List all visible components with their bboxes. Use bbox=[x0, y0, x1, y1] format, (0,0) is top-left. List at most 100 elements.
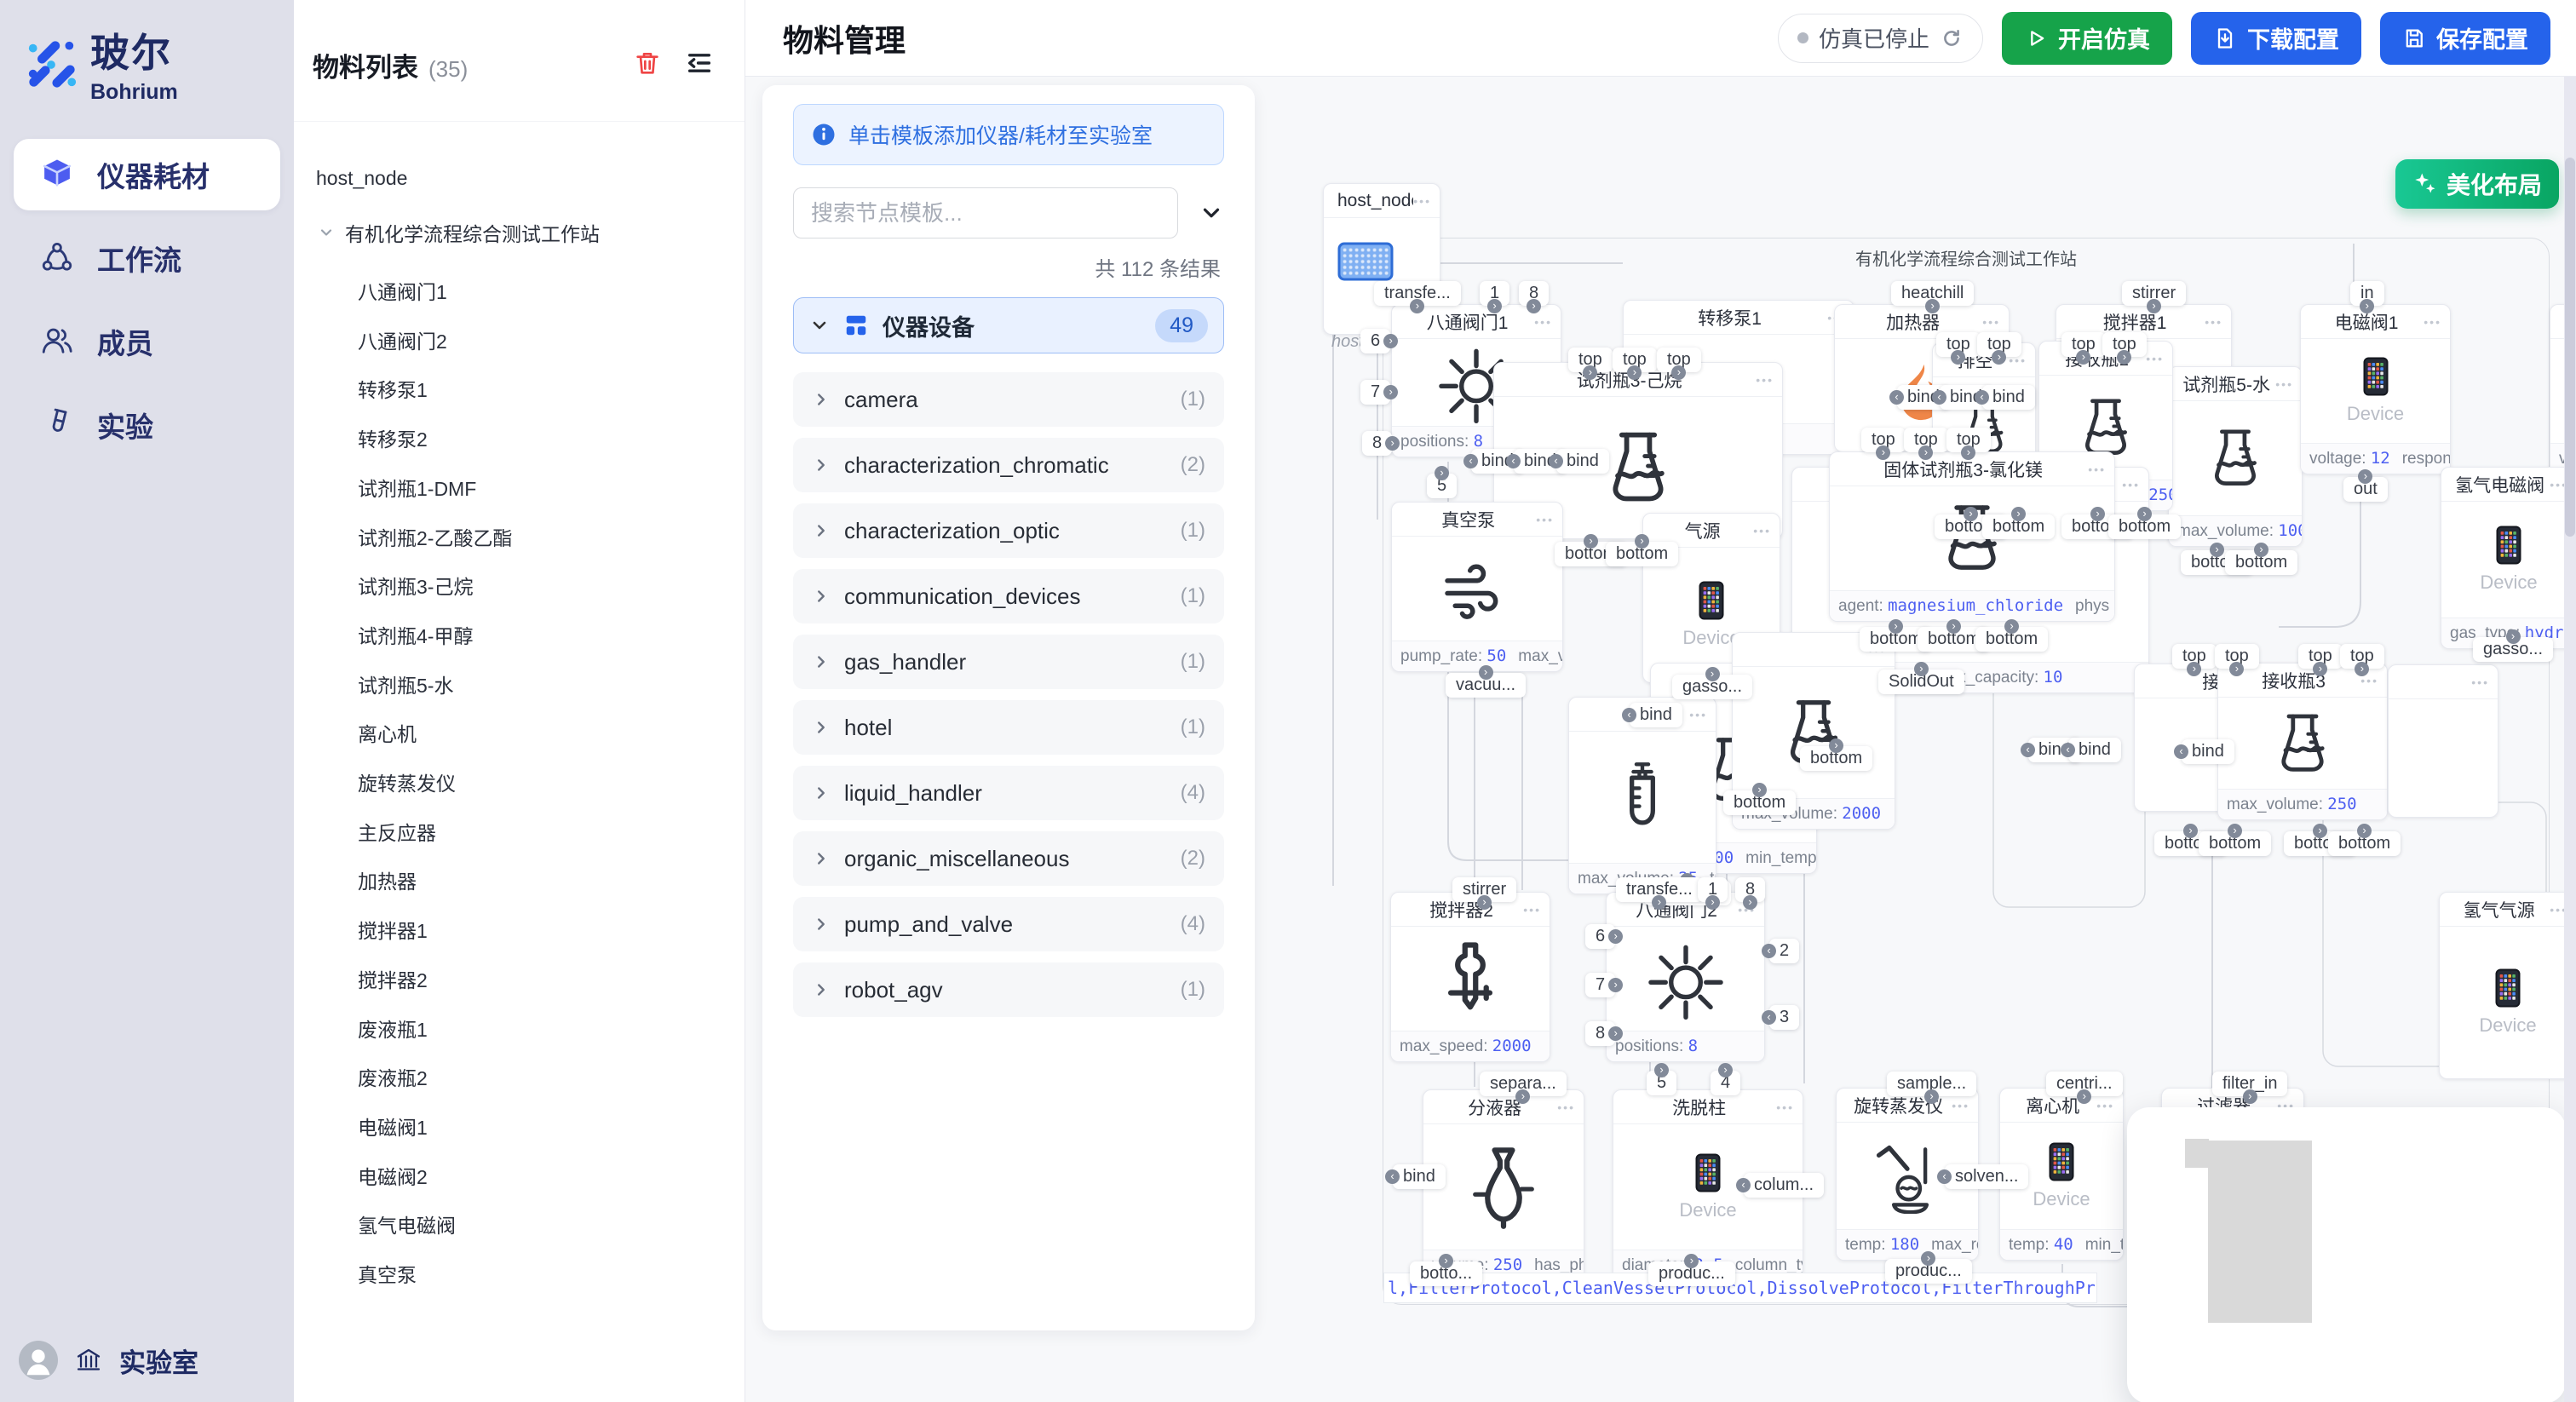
port-8[interactable]: 8› bbox=[1735, 877, 1765, 902]
category-characterization_chromatic[interactable]: characterization_chromatic(2) bbox=[793, 438, 1224, 492]
port-handle-icon[interactable]: › bbox=[1946, 619, 1961, 634]
node-card[interactable]: ••• bbox=[2388, 664, 2498, 818]
tree-item-主反应器[interactable]: 主反应器 bbox=[294, 812, 745, 851]
port-handle-icon[interactable]: ‹ bbox=[1937, 1169, 1952, 1184]
category-robot_agv[interactable]: robot_agv(1) bbox=[793, 962, 1224, 1017]
port-handle-icon[interactable]: ‹ bbox=[1622, 708, 1636, 722]
port-8[interactable]: 8› bbox=[1362, 431, 1392, 456]
category-communication_devices[interactable]: communication_devices(1) bbox=[793, 569, 1224, 623]
tree-item-加热器[interactable]: 加热器 bbox=[294, 860, 745, 899]
port-out[interactable]: out› bbox=[2343, 477, 2388, 502]
port-handle-icon[interactable]: ‹ bbox=[2061, 743, 2075, 757]
node-menu-icon[interactable]: ••• bbox=[1756, 373, 1774, 387]
port-handle-icon[interactable]: › bbox=[1584, 534, 1598, 549]
port-handle-icon[interactable]: › bbox=[2357, 824, 2372, 838]
port-in[interactable]: in› bbox=[2350, 281, 2384, 306]
port-top[interactable]: top› bbox=[1936, 332, 1981, 357]
port-top[interactable]: top› bbox=[1613, 348, 1657, 372]
node-分液器[interactable]: 分液器••• volume: 250has_phases: true bbox=[1423, 1089, 1584, 1281]
node-menu-icon[interactable]: ••• bbox=[2088, 463, 2106, 476]
port-bind[interactable]: bind‹ bbox=[1630, 703, 1682, 727]
port-handle-icon[interactable]: ‹ bbox=[1385, 1169, 1400, 1184]
port-top[interactable]: top› bbox=[2061, 332, 2106, 357]
node-搅拌器2[interactable]: 搅拌器2••• max_speed: 2000 bbox=[1390, 892, 1550, 1062]
tree-item-转移泵2[interactable]: 转移泵2 bbox=[294, 418, 745, 457]
port-bottom[interactable]: bottom› bbox=[2225, 550, 2297, 575]
node-menu-icon[interactable]: ••• bbox=[1952, 1099, 1969, 1112]
port-top[interactable]: top› bbox=[1657, 348, 1701, 372]
category-characterization_optic[interactable]: characterization_optic(1) bbox=[793, 503, 1224, 558]
port-handle-icon[interactable]: ‹ bbox=[1932, 390, 1946, 405]
tree-item-离心机[interactable]: 离心机 bbox=[294, 713, 745, 752]
node-menu-icon[interactable]: ••• bbox=[1523, 903, 1541, 916]
port-handle-icon[interactable]: › bbox=[2243, 1089, 2257, 1104]
tree-item-八通阀门1[interactable]: 八通阀门1 bbox=[294, 271, 745, 310]
port-separa...[interactable]: separa...› bbox=[1480, 1072, 1567, 1096]
sidebar-item-工作流[interactable]: 工作流 bbox=[14, 222, 280, 294]
port-produc...[interactable]: produc...› bbox=[1648, 1261, 1735, 1286]
tree-item-搅拌器1[interactable]: 搅拌器1 bbox=[294, 910, 745, 949]
port-handle-icon[interactable]: › bbox=[1914, 662, 1929, 676]
port-handle-icon[interactable]: › bbox=[2254, 543, 2268, 557]
category-pump_and_valve[interactable]: pump_and_valve(4) bbox=[793, 897, 1224, 951]
category-hotel[interactable]: hotel(1) bbox=[793, 700, 1224, 755]
port-handle-icon[interactable]: › bbox=[1743, 895, 1757, 910]
port-stirrer[interactable]: stirrer› bbox=[2122, 281, 2186, 306]
port-top[interactable]: top› bbox=[2172, 644, 2217, 669]
tree-item-有机化学流程综合测试工作站[interactable]: 有机化学流程综合测试工作站 bbox=[294, 213, 745, 252]
port-gasso...[interactable]: gasso...› bbox=[2473, 637, 2553, 662]
port-top[interactable]: top› bbox=[1904, 428, 1948, 452]
port-6[interactable]: 6› bbox=[1585, 924, 1615, 949]
node-氢气电磁阀[interactable]: 氢气电磁阀•••Devicegas_type: hydrogen bbox=[2441, 467, 2576, 649]
port-handle-icon[interactable]: › bbox=[1479, 665, 1493, 680]
node-试剂瓶5-水[interactable]: 试剂瓶5-水••• max_volume: 1000 bbox=[2168, 366, 2303, 547]
port-filter_in[interactable]: filter_in› bbox=[2212, 1072, 2287, 1096]
port-handle-icon[interactable]: › bbox=[1477, 895, 1492, 910]
port-handle-icon[interactable]: ‹ bbox=[2174, 744, 2188, 759]
node-menu-icon[interactable]: ••• bbox=[2424, 315, 2441, 329]
tree-item-host_node[interactable]: host_node bbox=[294, 158, 745, 198]
port-1[interactable]: 1› bbox=[1480, 281, 1509, 306]
tree-item-试剂瓶4-甲醇[interactable]: 试剂瓶4-甲醇 bbox=[294, 615, 745, 654]
port-handle-icon[interactable]: ‹ bbox=[1762, 1010, 1776, 1025]
port-handle-icon[interactable]: › bbox=[1705, 895, 1720, 910]
save-config-button[interactable]: 保存配置 bbox=[2380, 12, 2550, 65]
node-menu-icon[interactable]: ••• bbox=[2122, 478, 2140, 491]
tree-item-旋转蒸发仪[interactable]: 旋转蒸发仪 bbox=[294, 762, 745, 802]
port-handle-icon[interactable]: › bbox=[2137, 507, 2152, 521]
node-menu-icon[interactable]: ••• bbox=[1557, 1100, 1575, 1114]
port-colum...[interactable]: colum...‹ bbox=[1744, 1173, 1824, 1198]
port-top[interactable]: top› bbox=[1861, 428, 1906, 452]
port-handle-icon[interactable]: › bbox=[2506, 629, 2521, 644]
download-config-button[interactable]: 下载配置 bbox=[2191, 12, 2361, 65]
tree-item-八通阀门2[interactable]: 八通阀门2 bbox=[294, 320, 745, 359]
port-handle-icon[interactable]: › bbox=[1383, 334, 1398, 348]
port-top[interactable]: top› bbox=[1568, 348, 1613, 372]
port-handle-icon[interactable]: › bbox=[1385, 436, 1400, 451]
port-SolidOut[interactable]: SolidOut› bbox=[1878, 669, 1964, 694]
node-menu-icon[interactable]: ••• bbox=[1536, 513, 1554, 526]
tree-item-氢气电磁阀[interactable]: 氢气电磁阀 bbox=[294, 1204, 745, 1244]
port-5[interactable]: 5› bbox=[1647, 1071, 1676, 1095]
port-top[interactable]: top› bbox=[1946, 428, 1991, 452]
port-handle-icon[interactable]: ‹ bbox=[1463, 454, 1478, 468]
node-氢气气源[interactable]: 氢气气源•••Device bbox=[2439, 892, 2576, 1079]
port-handle-icon[interactable]: › bbox=[2147, 299, 2161, 313]
delete-icon[interactable] bbox=[634, 49, 661, 77]
node-menu-icon[interactable]: ••• bbox=[1689, 708, 1707, 721]
port-8[interactable]: 8› bbox=[1519, 281, 1549, 306]
beautify-layout-button[interactable]: 美化布局 bbox=[2395, 159, 2559, 209]
port-handle-icon[interactable]: › bbox=[1718, 1063, 1733, 1077]
port-solven...[interactable]: solven...‹ bbox=[1945, 1164, 2028, 1189]
port-gasso...[interactable]: gasso...› bbox=[1672, 675, 1752, 699]
sidebar-item-实验[interactable]: 实验 bbox=[14, 389, 280, 461]
port-handle-icon[interactable]: › bbox=[1635, 534, 1649, 549]
port-handle-icon[interactable]: › bbox=[2228, 824, 2242, 838]
node-menu-icon[interactable]: ••• bbox=[1776, 1100, 1794, 1114]
port-handle-icon[interactable]: › bbox=[1608, 978, 1623, 992]
port-bottom[interactable]: bottom› bbox=[1606, 542, 1678, 566]
start-simulation-button[interactable]: 开启仿真 bbox=[2002, 12, 2172, 65]
category-camera[interactable]: camera(1) bbox=[793, 372, 1224, 427]
port-transfe...[interactable]: transfe...› bbox=[1616, 877, 1703, 902]
port-bottom[interactable]: bottom› bbox=[1800, 746, 1872, 771]
